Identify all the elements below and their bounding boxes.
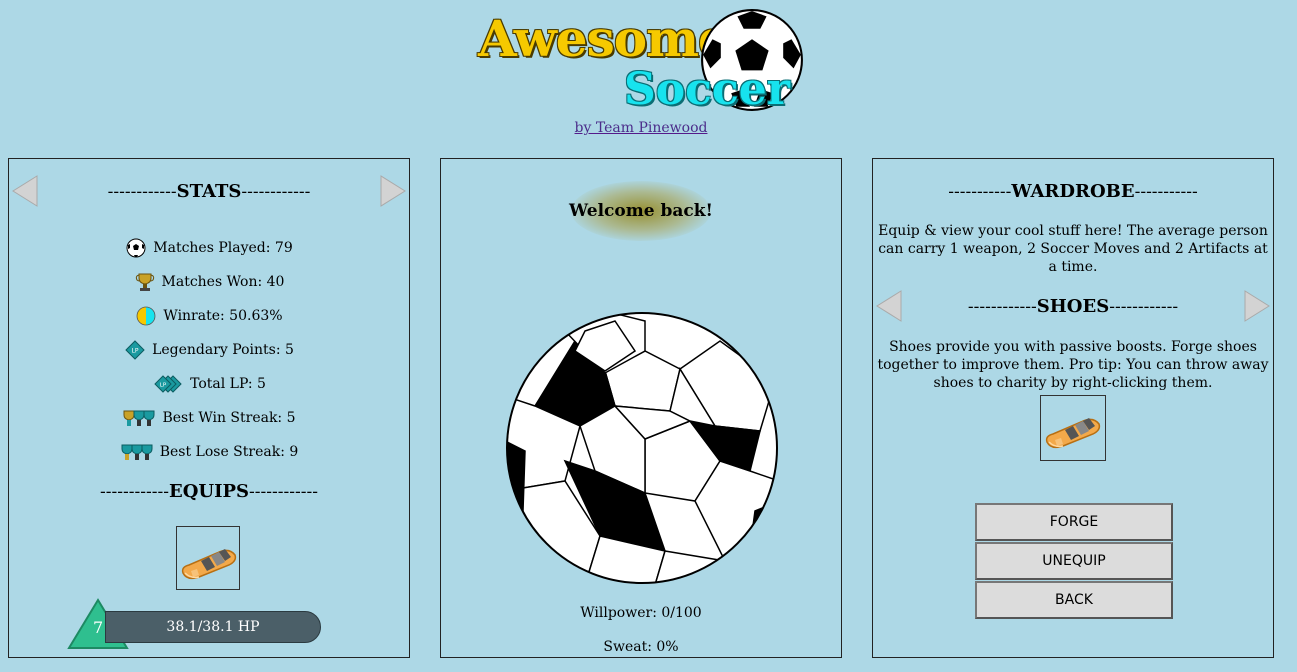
stat-best-win-streak: Best Win Streak: 5 — [9, 407, 409, 429]
winrate-circle-icon — [135, 306, 157, 326]
willpower-value: Willpower: 0/100 — [580, 605, 702, 621]
team-link-text[interactable]: by Team Pinewood — [575, 120, 708, 136]
shoes-description: Shoes provide you with passive boosts. F… — [877, 339, 1269, 391]
stat-matches-won: Matches Won: 40 — [9, 271, 409, 293]
team-link[interactable]: by Team Pinewood — [0, 120, 1282, 136]
forge-button[interactable]: FORGE — [975, 503, 1173, 541]
legendary-points-icon: LP — [124, 340, 146, 360]
shoe-icon — [1045, 418, 1101, 449]
stat-best-lose-streak: Best Lose Streak: 9 — [9, 441, 409, 463]
back-button[interactable]: BACK — [975, 581, 1173, 619]
welcome-message: Welcome back! — [569, 201, 713, 221]
stats-panel: ------------STATS------------ Matches Pl… — [8, 158, 410, 658]
stat-matches-played: Matches Played: 79 — [9, 237, 409, 259]
lose-streak-icon — [120, 442, 154, 462]
wardrobe-title: -----------WARDROBE----------- — [948, 181, 1198, 202]
trophy-icon — [134, 272, 156, 292]
unequip-button[interactable]: UNEQUIP — [975, 542, 1173, 580]
shoes-title: ------------SHOES------------ — [967, 296, 1179, 317]
sweat-value: Sweat: 0% — [603, 639, 679, 655]
center-panel: Welcome back! Willpower: 0/100 Sweat: 0% — [440, 158, 842, 658]
shoe-icon — [181, 549, 237, 580]
svg-text:LP: LP — [132, 348, 139, 355]
stat-winrate: Winrate: 50.63% — [9, 305, 409, 327]
stats-title: ------------STATS------------ — [107, 181, 311, 202]
soccer-ball-icon — [506, 312, 778, 584]
logo-word-soccer: Soccer — [624, 64, 790, 115]
svg-text:LP: LP — [160, 383, 167, 389]
stat-legendary-points: LP Legendary Points: 5 — [9, 339, 409, 361]
equips-title: ------------EQUIPS------------ — [100, 481, 318, 502]
game-logo: Awesome Soccer — [474, 6, 814, 116]
hp-text: 38.1/38.1 HP — [166, 619, 260, 635]
total-lp-icon: LP — [152, 374, 184, 394]
wardrobe-description: Equip & view your cool stuff here! The a… — [878, 223, 1268, 275]
soccer-ball-icon — [125, 238, 147, 258]
logo-word-awesome: Awesome — [478, 9, 730, 68]
wardrobe-shoe-slot[interactable] — [1040, 395, 1106, 461]
big-soccer-ball[interactable] — [505, 311, 779, 585]
wardrobe-panel: -----------WARDROBE----------- Equip & v… — [872, 158, 1274, 658]
equipped-shoe-slot[interactable] — [176, 526, 240, 590]
hp-bar: 38.1/38.1 HP — [105, 611, 321, 643]
level-number: 7 — [93, 618, 104, 637]
stat-total-lp: LP Total LP: 5 — [9, 373, 409, 395]
win-streak-icon — [122, 408, 156, 428]
